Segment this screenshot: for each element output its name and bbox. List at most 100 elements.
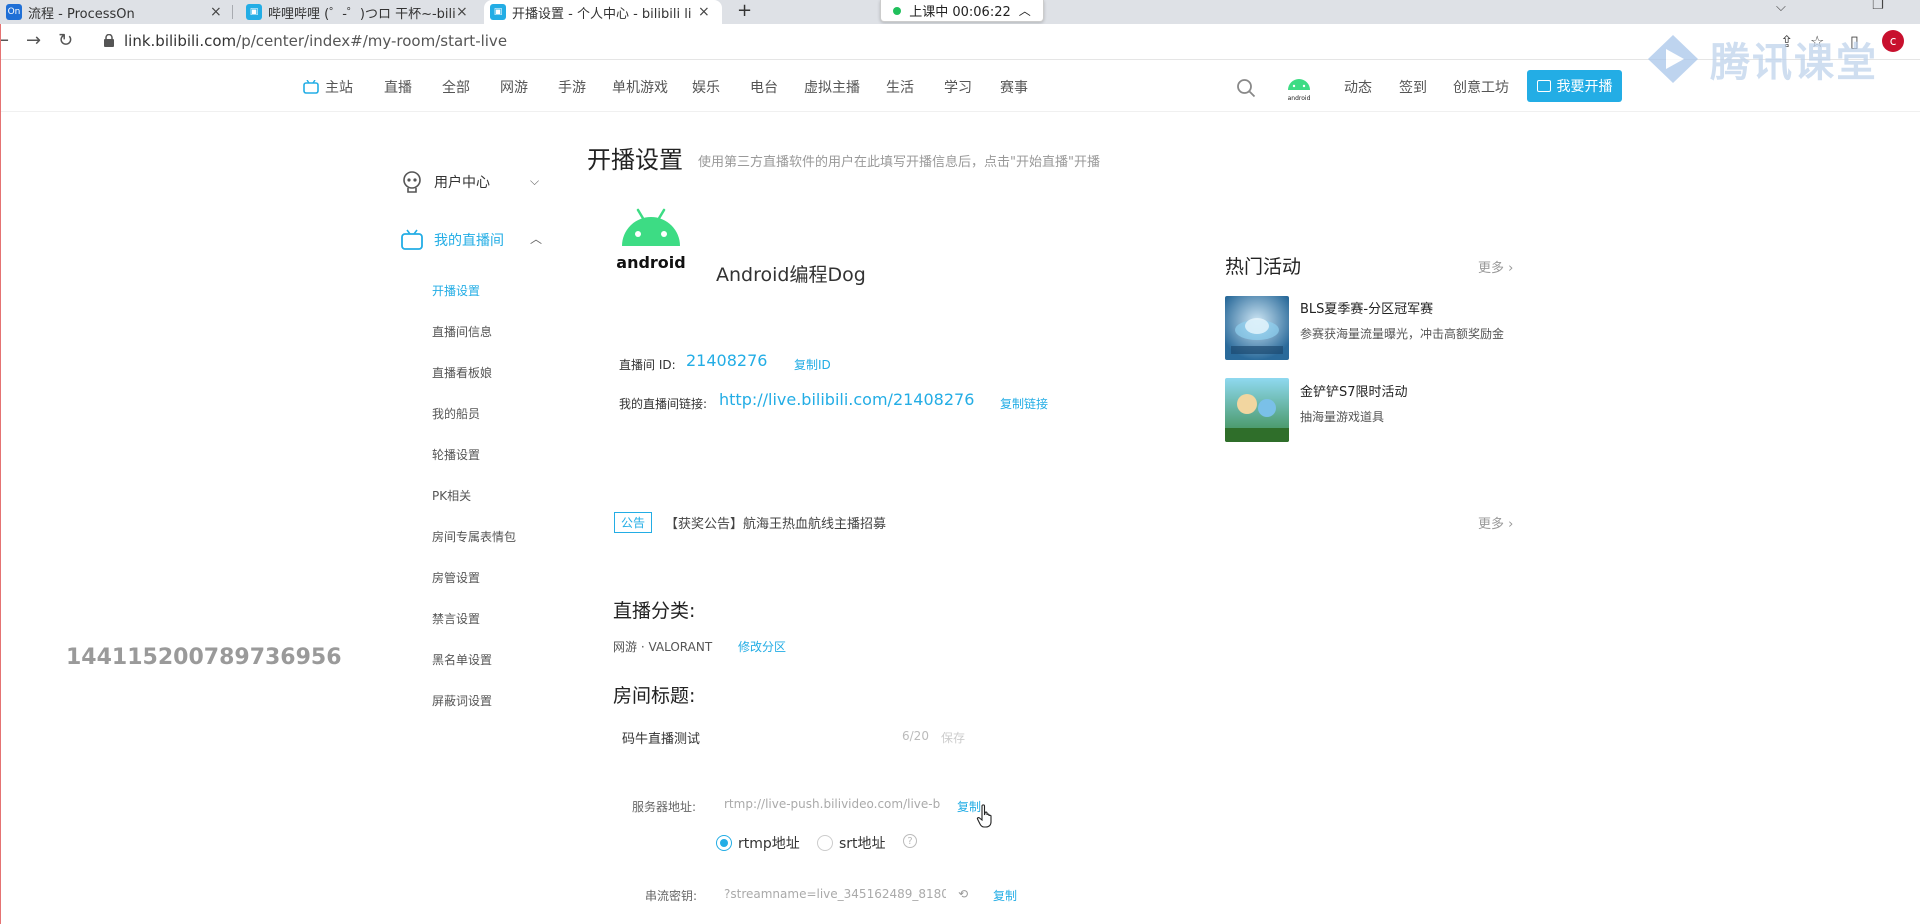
- tab-title: 哔哩哔哩 (゜-゜)つロ 干杯~-bili: [268, 6, 456, 22]
- room-link-value[interactable]: http://live.bilibili.com/21408276: [719, 390, 974, 409]
- event-thumbnail-jcc[interactable]: [1225, 378, 1289, 442]
- nav-item-entertainment[interactable]: 娱乐: [692, 77, 720, 97]
- event-desc: 抽海量游戏道具: [1300, 410, 1385, 424]
- timer-text: 上课中 00:06:22: [909, 5, 1011, 20]
- nav-item-virtual[interactable]: 虚拟主播: [804, 77, 860, 97]
- nav-item-single-games[interactable]: 单机游戏: [612, 77, 668, 97]
- svg-text:android: android: [1288, 95, 1311, 102]
- page-subtitle: 使用第三方直播软件的用户在此填写开播信息后，点击"开始直播"开播: [698, 155, 1100, 170]
- radio-checked-icon: [716, 835, 732, 851]
- notice-more-link[interactable]: 更多 ›: [1478, 513, 1513, 532]
- reload-icon[interactable]: ↻: [58, 30, 73, 51]
- save-title-button[interactable]: 保存: [941, 729, 965, 746]
- nav-home[interactable]: 主站: [303, 77, 353, 97]
- back-icon[interactable]: ←: [0, 30, 9, 51]
- notice-more-label: 更多: [1478, 517, 1505, 532]
- window-restore-icon[interactable]: ❐: [1872, 0, 1884, 13]
- notice-text[interactable]: 【获奖公告】航海王热血航线主播招募: [665, 513, 886, 532]
- sidebar-item-moderators[interactable]: 房管设置: [432, 569, 480, 586]
- sidebar-item-crew[interactable]: 我的船员: [432, 405, 480, 422]
- user-avatar-android-icon[interactable]: android: [1283, 76, 1315, 102]
- radio-srt-label: srt地址: [839, 836, 886, 852]
- copy-id-button[interactable]: 复制ID: [794, 356, 831, 373]
- tab-search-chevron-icon[interactable]: ⌵: [1776, 0, 1786, 15]
- stream-key-input[interactable]: ?streamname=live_345162489_8180: [724, 887, 946, 901]
- sidebar-item-room-info[interactable]: 直播间信息: [432, 323, 492, 340]
- tab-start-live[interactable]: ▣ 开播设置 - 个人中心 - bilibili li ×: [484, 0, 722, 24]
- edit-category-button[interactable]: 修改分区: [738, 638, 786, 655]
- room-id-value: 21408276: [686, 351, 768, 370]
- copy-link-button[interactable]: 复制链接: [1000, 395, 1048, 412]
- chevron-up-icon[interactable]: ︿: [1019, 2, 1031, 19]
- nav-item-mobile-games[interactable]: 手游: [558, 77, 586, 97]
- room-link-label: 我的直播间链接:: [619, 397, 708, 411]
- android-logo-text: android: [616, 253, 685, 272]
- forward-icon[interactable]: →: [26, 30, 41, 51]
- chevron-up-icon[interactable]: ︿: [530, 230, 542, 247]
- nav-item-live[interactable]: 直播: [384, 77, 412, 97]
- refresh-key-icon[interactable]: ⟲: [958, 887, 968, 901]
- nav-item-checkin[interactable]: 签到: [1399, 77, 1427, 97]
- chevron-right-icon: ›: [1508, 517, 1514, 532]
- page: On 流程 - ProcessOn × ▣ 哔哩哔哩 (゜-゜)つロ 干杯~-b…: [0, 0, 1920, 924]
- url-path: /p/center/index#/my-room/start-live: [236, 32, 508, 50]
- jcc-event-image: [1225, 378, 1289, 442]
- tab-title: 开播设置 - 个人中心 - bilibili li: [512, 6, 692, 22]
- profile-avatar[interactable]: c: [1882, 30, 1904, 52]
- room-title-input[interactable]: 码牛直播测试: [622, 728, 700, 747]
- event-name[interactable]: 金铲铲S7限时活动: [1300, 381, 1408, 400]
- sidebar-item-blocked-words[interactable]: 屏蔽词设置: [432, 692, 492, 709]
- sidebar-group-user-center[interactable]: 用户中心: [400, 170, 490, 194]
- room-avatar-android-logo: android: [616, 208, 686, 272]
- status-dot-icon: [893, 6, 902, 15]
- bls-event-image: [1225, 296, 1289, 360]
- start-live-button[interactable]: 我要开播: [1527, 70, 1622, 102]
- search-icon[interactable]: [1236, 78, 1256, 98]
- class-timer[interactable]: 上课中 00:06:22 ︿: [880, 0, 1044, 22]
- copy-key-button[interactable]: 复制: [993, 887, 1017, 904]
- room-name: Android编程Dog: [716, 264, 866, 286]
- sidebar-item-mascot[interactable]: 直播看板娘: [432, 364, 492, 381]
- hot-events-more-link[interactable]: 更多 ›: [1478, 257, 1513, 276]
- sidebar-group-label: 用户中心: [434, 175, 490, 191]
- sidebar-item-mute[interactable]: 禁言设置: [432, 610, 480, 627]
- nav-item-life[interactable]: 生活: [886, 77, 914, 97]
- event-name[interactable]: BLS夏季赛-分区冠军赛: [1300, 298, 1433, 317]
- event-thumbnail-bls[interactable]: [1225, 296, 1289, 360]
- tab-bilibili[interactable]: ▣ 哔哩哔哩 (゜-゜)つロ 干杯~-bili ×: [240, 0, 470, 24]
- sidebar-item-rotation[interactable]: 轮播设置: [432, 446, 480, 463]
- help-icon[interactable]: ?: [903, 834, 917, 848]
- chevron-down-icon[interactable]: ⌵: [530, 174, 539, 189]
- radio-unchecked-icon: [817, 835, 833, 851]
- top-nav: 主站 直播 全部 网游 手游 单机游戏 娱乐 电台 虚拟主播 生活 学习 赛事 …: [0, 62, 1920, 112]
- sidebar-item-blacklist[interactable]: 黑名单设置: [432, 651, 492, 668]
- lock-icon[interactable]: [104, 34, 114, 47]
- url-domain: link.bilibili.com: [124, 32, 237, 50]
- camera-icon: [1536, 80, 1551, 92]
- server-address-input[interactable]: rtmp://live-push.bilivideo.com/live-bvc/: [724, 797, 940, 811]
- new-tab-plus-icon[interactable]: +: [737, 0, 752, 21]
- radio-rtmp[interactable]: rtmp地址: [716, 833, 800, 853]
- sidebar-item-start-live[interactable]: 开播设置: [432, 282, 480, 299]
- hot-events-title: 热门活动: [1225, 256, 1302, 278]
- url-input[interactable]: link.bilibili.com/p/center/index#/my-roo…: [124, 32, 507, 50]
- radio-rtmp-label: rtmp地址: [738, 836, 800, 852]
- nav-item-all[interactable]: 全部: [442, 77, 470, 97]
- room-title-label: 房间标题:: [613, 685, 696, 707]
- close-icon[interactable]: ×: [210, 4, 222, 20]
- nav-item-workshop[interactable]: 创意工坊: [1453, 77, 1509, 97]
- nav-item-dynamic[interactable]: 动态: [1344, 77, 1372, 97]
- nav-item-esports[interactable]: 赛事: [1000, 77, 1028, 97]
- sidebar-group-my-room[interactable]: 我的直播间: [400, 228, 504, 252]
- sidebar-item-pk[interactable]: PK相关: [432, 487, 471, 504]
- nav-item-online-games[interactable]: 网游: [500, 77, 528, 97]
- radio-srt[interactable]: srt地址: [817, 833, 886, 853]
- close-icon[interactable]: ×: [698, 4, 710, 20]
- close-icon[interactable]: ×: [456, 4, 468, 20]
- sidebar-item-emotes[interactable]: 房间专属表情包: [432, 528, 516, 545]
- nav-item-radio[interactable]: 电台: [750, 77, 778, 97]
- room-title-counter: 6/20: [902, 729, 929, 743]
- start-live-label: 我要开播: [1556, 79, 1613, 95]
- tab-processon[interactable]: On 流程 - ProcessOn ×: [0, 0, 230, 24]
- nav-item-study[interactable]: 学习: [944, 77, 972, 97]
